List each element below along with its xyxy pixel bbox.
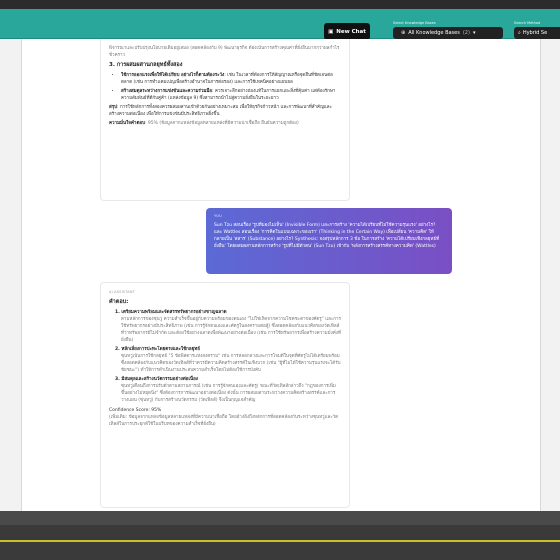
kb-select[interactable]: ⊕ All Knowledge Bases (2) ▾ [393, 27, 503, 39]
ai2-confidence: Confidence Score: 95% [109, 408, 162, 413]
user-label: YOU [214, 214, 222, 218]
user-message-text: Sun Tzu สอนเรื่อง 'รูปที่มองไม่เห็น' (In… [214, 223, 440, 249]
input-accent-line [0, 540, 560, 542]
list-item: 2. หลีกเลี่ยงการปะทะโดยตรงและใช้กลยุทธ์ … [115, 347, 341, 373]
ai2-answer-list: 1. เตรียมความพร้อมและจัดสรรทรัพยากรอย่าง… [109, 309, 341, 404]
app-header: ▣ New Chat Select Knowledge Bases ⊕ All … [0, 9, 560, 40]
ai-message-2: AI ASSISTANT คำตอบ: 1. เตรียมความพร้อมแล… [100, 282, 350, 508]
ai1-summary: สรุป: การใช้หลักการทั้งสองควรผสมผสานเข้า… [109, 105, 332, 117]
ai-assistant-label: AI ASSISTANT [109, 290, 136, 294]
ai2-confidence-note: (เพิ่มเติม: ข้อมูลจากแหล่งข้อมูลหลายแหล่… [109, 415, 339, 427]
list-item: 3. มีสมดุลและสร้างนวัตกรรมอย่างต่อเนื่อง… [115, 377, 336, 403]
right-gutter [540, 39, 560, 511]
new-chat-button[interactable]: ▣ New Chat [324, 23, 370, 40]
list-item: 1. เตรียมความพร้อมและจัดสรรทรัพยากรอย่าง… [115, 310, 341, 343]
app-window: ▣ New Chat Select Knowledge Bases ⊕ All … [0, 0, 560, 560]
kb-select-label: Select Knowledge Bases [393, 21, 436, 25]
ai1-top-text: พิจารณาและปรับปรุงนโยบายเดิมอยู่เสมอ (สอ… [109, 46, 340, 58]
search-method-label: Search Method [514, 21, 541, 25]
input-area-top [0, 511, 560, 525]
search-method-select[interactable]: ⌕ Hybrid Se [514, 27, 560, 39]
ai1-confidence: ความมั่นใจคำตอบ: 95% (ข้อมูลจากแหล่งข้อม… [109, 121, 299, 126]
chevron-down-icon: ▾ [472, 30, 476, 36]
kb-count: (2) [462, 30, 470, 36]
ai1-section-heading: 3. การผสมผสานกลยุทธ์ทั้งสอง [109, 62, 183, 68]
list-item: ใช้การออกแรงเพื่อให้ได้เปรียบ อย่างไรก็ต… [121, 72, 341, 86]
input-area[interactable] [0, 525, 560, 560]
database-icon: ⊕ [401, 30, 406, 36]
left-gutter [0, 39, 22, 511]
ai1-bullet-list: ใช้การออกแรงเพื่อให้ได้เปรียบ อย่างไรก็ต… [109, 72, 341, 102]
new-chat-label: New Chat [336, 28, 366, 35]
list-item: สร้างสมดุลระหว่างการแข่งขันและความร่วมมื… [121, 88, 341, 102]
search-method-value: Hybrid Se [522, 30, 548, 36]
ai-message-1: พิจารณาและปรับปรุงนโยบายเดิมอยู่เสมอ (สอ… [100, 39, 350, 201]
browser-top-strip [0, 0, 560, 9]
chat-icon: ▣ [328, 28, 334, 35]
user-message: YOU Sun Tzu สอนเรื่อง 'รูปที่มองไม่เห็น'… [206, 208, 452, 274]
ai2-answer-label: คำตอบ: [109, 299, 129, 305]
search-icon: ⌕ [518, 30, 521, 36]
kb-select-value: All Knowledge Bases [408, 30, 460, 36]
